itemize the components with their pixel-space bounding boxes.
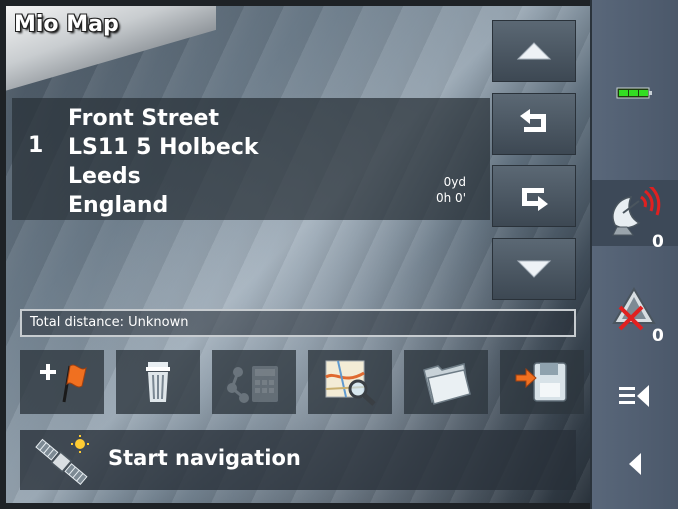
start-navigation-label: Start navigation	[108, 446, 301, 470]
move-up-button[interactable]	[492, 20, 576, 82]
forward-button[interactable]	[492, 165, 576, 227]
address-city: Leeds	[68, 164, 141, 189]
trash-icon	[146, 362, 170, 402]
route-calculator-icon	[227, 366, 278, 403]
address-lines: Front Street LS11 5 Holbeck Leeds Englan…	[68, 104, 259, 220]
back-button[interactable]	[492, 93, 576, 155]
triangle-down-icon	[516, 260, 552, 278]
total-distance: Total distance: Unknown	[20, 309, 576, 337]
main-screen: Mio Map 1 Front Street LS11 5 Holbeck Le…	[6, 6, 590, 503]
triangle-up-icon	[516, 42, 552, 60]
alerts-count: 0	[652, 326, 664, 346]
back-arrow-icon	[629, 453, 641, 475]
satellite-icon	[35, 435, 89, 486]
leg-distance: 0yd	[443, 175, 466, 189]
alerts-status-button[interactable]	[592, 280, 678, 336]
menu-back-icon	[619, 385, 649, 407]
gps-status-button[interactable]	[592, 184, 678, 240]
back-button-sidebar[interactable]	[592, 442, 678, 486]
gps-count: 0	[652, 232, 664, 252]
flag-add-icon	[40, 364, 87, 403]
app-title: Mio Map	[14, 12, 119, 37]
folder-icon	[423, 363, 471, 405]
save-route-button[interactable]	[500, 350, 584, 414]
battery-icon	[616, 87, 652, 99]
route-index: 1	[28, 133, 44, 158]
satellite-dish-icon	[612, 187, 661, 236]
menu-button[interactable]	[592, 376, 678, 416]
warning-muted-icon	[612, 287, 656, 331]
return-right-icon	[522, 188, 548, 211]
calculate-route-button[interactable]	[212, 350, 296, 414]
delete-button[interactable]	[116, 350, 200, 414]
leg-time: 0h 0'	[436, 191, 466, 205]
map-search-icon	[325, 360, 376, 406]
view-on-map-button[interactable]	[308, 350, 392, 414]
route-item[interactable]: 1 Front Street LS11 5 Holbeck Leeds Engl…	[12, 98, 490, 220]
return-left-icon	[520, 109, 546, 132]
status-sidebar: 0 0	[590, 0, 678, 509]
address-country: England	[68, 193, 169, 218]
add-waypoint-button[interactable]	[20, 350, 104, 414]
start-navigation-button[interactable]: Start navigation	[20, 430, 576, 490]
save-icon	[515, 362, 567, 402]
open-route-button[interactable]	[404, 350, 488, 414]
address-postcode: LS11 5 Holbeck	[68, 135, 259, 160]
address-street: Front Street	[68, 106, 219, 131]
route-meta: 0yd 0h 0'	[436, 174, 466, 206]
move-down-button[interactable]	[492, 238, 576, 300]
battery-status	[592, 78, 678, 108]
